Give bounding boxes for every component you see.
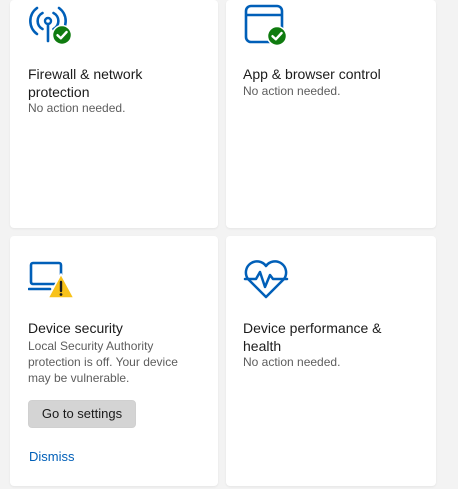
card-status: Local Security Authority protection is o…: [28, 339, 178, 385]
card-title: Device performance & health: [243, 320, 382, 354]
card-status: No action needed.: [28, 101, 126, 115]
card-title: Firewall & network protection: [28, 66, 143, 100]
go-to-settings-button[interactable]: Go to settings: [28, 400, 136, 428]
card-status: No action needed.: [243, 84, 341, 98]
wifi-antenna-check-icon: [28, 4, 76, 52]
card-device-security[interactable]: Device security Local Security Authority…: [10, 236, 218, 486]
dismiss-link[interactable]: Dismiss: [29, 449, 75, 465]
browser-window-check-icon: [243, 3, 291, 51]
card-status: No action needed.: [243, 355, 341, 369]
card-device-performance-health[interactable]: Device performance & health No action ne…: [226, 236, 436, 486]
heart-pulse-icon: [242, 256, 290, 304]
card-title: Device security: [28, 320, 123, 336]
card-title: App & browser control: [243, 66, 381, 82]
laptop-warning-icon: [28, 260, 76, 308]
card-firewall-network-protection[interactable]: Firewall & network protection No action …: [10, 0, 218, 228]
card-app-browser-control[interactable]: App & browser control No action needed.: [226, 0, 436, 228]
